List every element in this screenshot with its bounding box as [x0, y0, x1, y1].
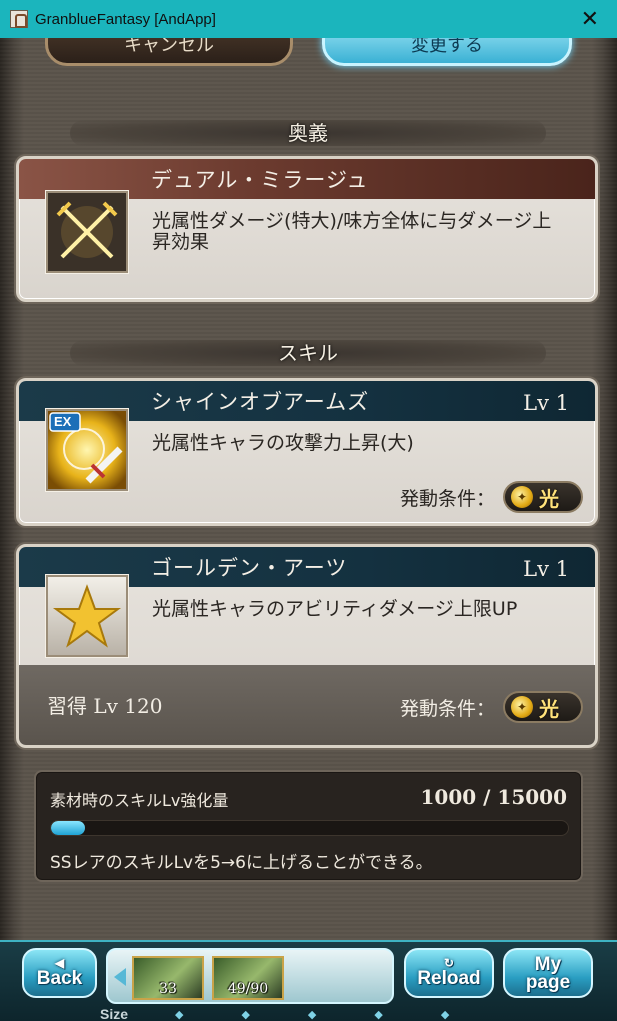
condition-label: 発動条件： [399, 487, 495, 510]
bottom-toolbar: ◀ Back 33 49/90 ↻ Reload My page Size ◆◆… [0, 940, 617, 1021]
strip-left-arrow-icon[interactable] [114, 968, 126, 986]
back-button[interactable]: ◀ Back [22, 948, 97, 998]
herb-count: 33 [159, 981, 177, 997]
change-button[interactable]: 変更する [322, 38, 572, 66]
skill-2-name: ゴールデン・アーツ [151, 556, 348, 580]
light-orb-icon: ✦ [511, 486, 533, 508]
element-name: 光 [539, 486, 559, 511]
skill-1-description: 光属性キャラの攻撃力上昇(大) [152, 432, 414, 454]
enhancement-panel: 素材時のスキルLv強化量 1000 / 15000 SSレアのスキルLvを5→6… [34, 770, 583, 882]
ex-sword-skill-icon: EX [46, 409, 128, 491]
ex-badge: EX [54, 414, 72, 429]
window-title: GranblueFantasy [AndApp] [35, 10, 216, 28]
condition-label: 発動条件： [399, 697, 495, 720]
element-name: 光 [539, 696, 559, 721]
reload-button[interactable]: ↻ Reload [404, 948, 494, 998]
skill-1-name: シャインオブアームズ [151, 390, 370, 414]
potion-count: 49/90 [227, 981, 269, 997]
ougi-name: デュアル・ミラージュ [151, 168, 369, 192]
reload-label: Reload [417, 968, 481, 989]
section-label-ougi: 奥義 [70, 120, 546, 146]
enhancement-title: 素材時のスキルLv強化量 [50, 791, 229, 810]
ougi-description: 光属性ダメージ(特大)/味方全体に与ダメージ上昇効果 [152, 210, 552, 253]
skill-card-1: シャインオブアームズ Lv 1 EX 光属性キャラの攻撃力上昇(大) 発動条件：… [16, 378, 598, 526]
size-dots[interactable]: ◆◆◆◆◆ [175, 1008, 507, 1021]
mypage-label-2: page [525, 972, 571, 993]
skill-2-level: Lv 1 [523, 557, 569, 581]
section-label-skill: スキル [70, 340, 546, 366]
enhancement-progress-bar [50, 820, 569, 836]
mypage-button[interactable]: My page [503, 948, 593, 998]
close-icon[interactable]: ✕ [581, 6, 599, 32]
item-strip: 33 49/90 [106, 948, 394, 1004]
crossed-swords-icon [46, 191, 128, 273]
skill-card-2: ゴールデン・アーツ Lv 1 光属性キャラのアビリティダメージ上限UP 習得 L… [16, 544, 598, 748]
light-orb-icon: ✦ [511, 696, 533, 718]
skill-2-condition: 発動条件： ✦ 光 [400, 691, 583, 723]
acquire-level: Lv 120 [93, 694, 163, 718]
window-title-bar: GranblueFantasy [AndApp] ✕ [0, 0, 617, 38]
app-icon [10, 10, 28, 28]
game-screen: キャンセル 変更する 奥義 デュアル・ミラージュ 光属性ダメージ(特大)/味方全… [0, 38, 617, 940]
skill-1-condition: 発動条件： ✦ 光 [400, 481, 583, 513]
skill-2-acquire: 習得 Lv 120 [47, 690, 162, 719]
acquire-label: 習得 [47, 694, 87, 718]
potion-item[interactable]: 49/90 [212, 956, 284, 1000]
herb-item[interactable]: 33 [132, 956, 204, 1000]
skill-2-description: 光属性キャラのアビリティダメージ上限UP [152, 598, 518, 620]
element-badge: ✦ 光 [503, 691, 583, 723]
enhancement-value: 1000 / 15000 [420, 785, 567, 809]
element-badge: ✦ 光 [503, 481, 583, 513]
skill-1-level: Lv 1 [523, 391, 569, 415]
back-label: Back [36, 968, 83, 989]
enhancement-progress-fill [51, 821, 86, 835]
enhancement-note: SSレアのスキルLvを5→6に上げることができる。 [50, 853, 433, 873]
gold-star-icon [46, 575, 128, 657]
cancel-button[interactable]: キャンセル [45, 38, 293, 66]
size-label: Size [100, 1006, 129, 1021]
ougi-card: デュアル・ミラージュ 光属性ダメージ(特大)/味方全体に与ダメージ上昇効果 [16, 156, 598, 302]
